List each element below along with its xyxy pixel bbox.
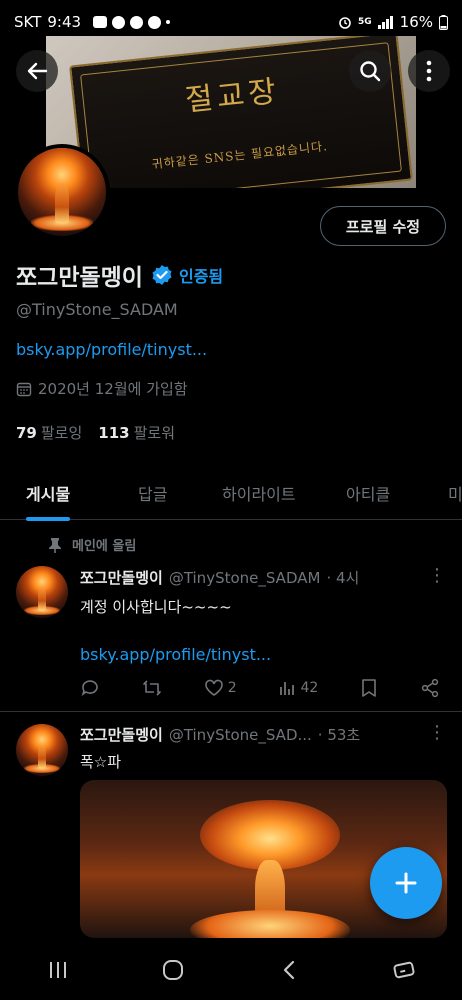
share-icon [421,678,439,698]
network-label: 5G [358,17,372,27]
carrier-label: SKT [14,13,42,31]
verified-label: 인증됨 [178,267,224,286]
pin-icon [49,537,61,553]
followers-label: 팔로워 [133,424,175,442]
post-text: 계정 이사합니다~~~~ [80,598,232,616]
followers-count: 113 [98,424,130,442]
chevron-left-icon [283,960,294,980]
keyboard-icon [393,961,415,979]
tab-posts[interactable]: 게시물 [26,466,71,521]
talk-icon [93,16,108,28]
bookmark-icon [362,679,376,697]
status-bar: SKT 9:43 5G 16% [0,0,462,44]
tab-articles[interactable]: 아티클 [346,466,390,520]
heart-icon [204,679,223,696]
following-count: 79 [16,424,37,442]
view-count: 42 [300,680,319,696]
back-nav-button[interactable] [269,950,309,990]
avatar[interactable] [16,724,68,776]
back-arrow-icon [27,62,48,80]
post-divider [0,711,462,712]
tab-media[interactable]: 미 [448,466,462,520]
views-button[interactable]: 42 [278,678,318,698]
views-chart-icon [280,682,295,695]
following-label: 팔로잉 [40,424,83,442]
search-button[interactable] [349,50,391,92]
time-label: 9:43 [47,13,82,31]
chat-icon [112,15,126,29]
calendar-icon [16,382,32,396]
search-icon [360,61,381,82]
avatar[interactable] [16,566,68,618]
home-icon [163,960,184,980]
kebab-menu-icon [426,60,432,82]
joined-date: 2020년 12월에 가입함 [38,380,188,398]
post-time: · 53초 [317,726,361,744]
bookmark-button[interactable] [360,678,378,698]
signal-icon [377,15,393,29]
profile-link[interactable]: bsky.app/profile/tinyst... [16,340,207,359]
plus-icon [395,872,417,894]
following-link[interactable]: 79 팔로잉 [16,422,82,443]
post-more-button[interactable]: ⋮ [428,722,446,743]
recent-apps-button[interactable] [38,950,78,990]
alarm-icon [339,17,351,29]
like-count: 2 [227,680,237,696]
post-link[interactable]: bsky.app/profile/tinyst... [80,645,271,664]
back-button[interactable] [16,50,58,92]
pinned-label: 메인에 올림 [72,539,137,554]
battery-icon [439,14,448,30]
keyboard-toggle-button[interactable] [384,950,424,990]
profile-tabs: 게시물 답글 하이라이트 아티클 미 [0,466,462,521]
profile-name: 쪼그만돌멩이 [16,265,143,291]
author-name[interactable]: 쪼그만돌멩이 [80,567,163,588]
author-handle[interactable]: @TinyStone_SADAM [169,569,321,587]
edit-profile-button[interactable]: 프로필 수정 [320,206,446,246]
like-button[interactable]: 2 [204,678,237,698]
followers-link[interactable]: 113 팔로워 [98,422,175,443]
recent-apps-icon [49,962,66,978]
tab-replies[interactable]: 답글 [138,466,167,520]
author-name[interactable]: 쪼그만돌멩이 [80,724,163,745]
profile-avatar[interactable] [14,144,110,240]
verified-check-icon [152,265,172,285]
battery-label: 16% [399,13,433,31]
photos-icon [148,15,162,29]
post-more-button[interactable]: ⋮ [428,565,446,586]
home-button[interactable] [153,950,193,990]
more-notifications-icon [166,20,171,24]
reply-icon [81,680,98,696]
more-options-button[interactable] [408,50,450,92]
system-nav-bar [0,940,462,1000]
author-handle[interactable]: @TinyStone_SAD... [169,726,312,744]
profile-handle: @TinyStone_SADAM [16,300,178,319]
share-button[interactable] [420,678,440,698]
compose-button[interactable] [370,847,442,919]
tab-highlights[interactable]: 하이라이트 [222,466,296,520]
repost-button[interactable] [142,678,162,698]
cloud-icon [130,15,144,29]
post-time: · 4시 [326,569,360,587]
repost-icon [143,680,161,696]
verified-badge[interactable]: 인증됨 [151,263,223,287]
reply-button[interactable] [80,678,100,698]
post-text: 폭☆파 [80,753,122,771]
